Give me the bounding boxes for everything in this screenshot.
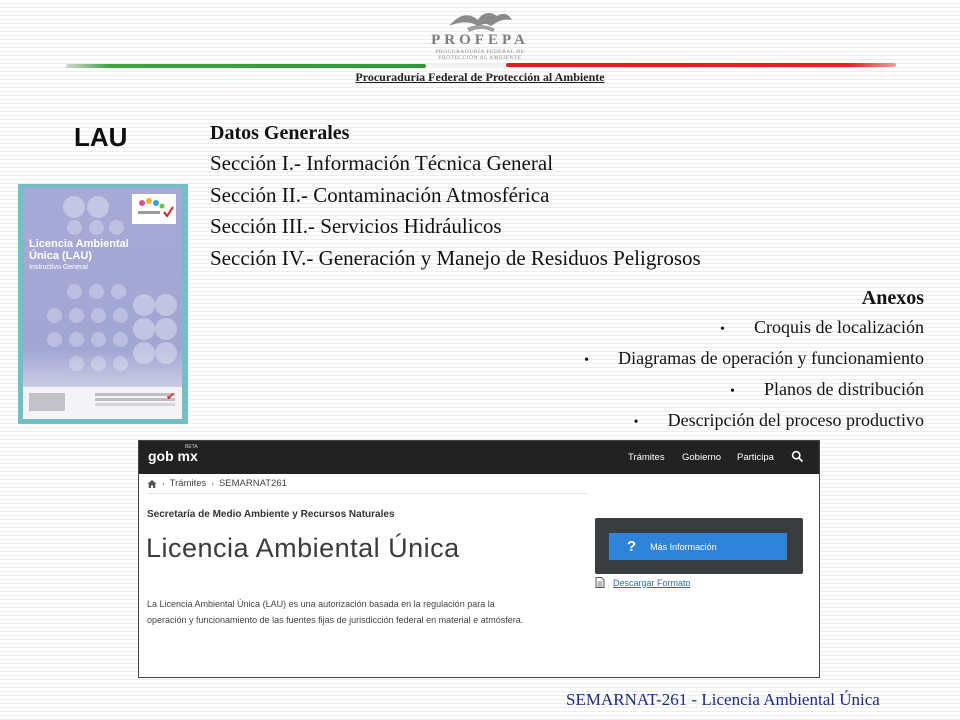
info-box: ? Más Información (595, 518, 803, 574)
flag-line-white (426, 64, 506, 68)
bullet-icon: • (720, 322, 725, 337)
question-icon: ? (627, 538, 637, 555)
sections-block: Datos Generales Sección I.- Información … (210, 118, 850, 274)
home-icon[interactable] (147, 479, 157, 489)
cover-dot (109, 220, 124, 235)
cover-dot (63, 196, 85, 218)
anexos-list: • Croquis de localización • Diagramas de o… (440, 313, 924, 437)
bullet-icon: • (633, 415, 639, 430)
header-subtitle: Procuraduría Federal de Protección al Am… (355, 70, 605, 84)
cover-dot (133, 318, 155, 340)
book-cover-page: Licencia Ambiental Única (LAU) Instructi… (23, 188, 182, 419)
cover-dot (113, 356, 128, 371)
cover-badge-icon (138, 198, 174, 218)
lau-book-cover-image: Licencia Ambiental Única (LAU) Instructi… (18, 184, 188, 424)
anexo-item-text: Descripción del proceso productivo (667, 410, 924, 430)
datos-generales-heading: Datos Generales (210, 122, 350, 144)
cover-dot (89, 220, 104, 235)
cover-dot (155, 318, 177, 340)
mas-informacion-label: Más Información (650, 541, 717, 552)
book-subtitle: Instructivo General (29, 264, 88, 271)
chevron-right-icon: › (211, 479, 214, 488)
cover-dot (133, 342, 155, 364)
flag-line-red (506, 63, 896, 67)
cover-dot (113, 332, 128, 347)
chevron-right-icon: › (162, 479, 165, 488)
section-item: Sección II.- Contaminación Atmosférica (210, 182, 550, 207)
document-icon (595, 577, 605, 588)
book-title: Licencia Ambiental Única (LAU) (29, 238, 129, 262)
secretaria-label: Secretaría de Medio Ambiente y Recursos … (147, 509, 395, 520)
section-item: Sección IV.- Generación y Manejo de Resi… (210, 245, 701, 270)
descargar-formato-link[interactable]: Descargar Formato (613, 578, 691, 588)
book-footer-band: ✔ (23, 387, 182, 419)
anexo-item: • Croquis de localización (440, 313, 924, 344)
cover-dot (67, 220, 82, 235)
eagle-emblem-icon (449, 13, 512, 32)
cover-dot (91, 332, 106, 347)
footer-caption: SEMARNAT-261 - Licencia Ambiental Única (566, 690, 880, 709)
footer-text-lines (95, 393, 175, 396)
cover-badge (132, 194, 176, 224)
nav-link-tramites[interactable]: Trámites (628, 452, 665, 463)
anexo-item: • Descripción del proceso productivo (440, 406, 924, 437)
nav-link-gobierno[interactable]: Gobierno (682, 452, 721, 463)
cover-dot (91, 356, 106, 371)
beta-label: BETA (185, 444, 198, 450)
anexo-item-text: Croquis de localización (754, 317, 924, 337)
cover-dot (155, 294, 177, 316)
cover-dot (91, 308, 106, 323)
cover-dot (87, 196, 109, 218)
anexo-item-text: Planos de distribución (764, 379, 924, 399)
page-description: La Licencia Ambiental Única (LAU) es una… (147, 599, 524, 625)
gobmx-logo[interactable]: gob mx (148, 448, 198, 464)
nav-link-participa[interactable]: Participa (737, 452, 774, 463)
section-item: Sección I.- Información Técnica General (210, 151, 554, 175)
logo-text: PROFEPA (431, 32, 529, 48)
anexo-item: • Diagramas de operación y funcionamiento (440, 344, 924, 375)
cover-dot (111, 284, 126, 299)
gobmx-screenshot: gob mx BETA Trámites Gobierno Participa … (138, 440, 820, 678)
cover-dot (113, 308, 128, 323)
mas-informacion-button[interactable]: ? Más Información (609, 533, 787, 560)
gobmx-navbar: gob mx BETA Trámites Gobierno Participa (139, 441, 819, 474)
profepa-logo: PROFEPA PROCURADURÍA FEDERAL DE PROTECCI… (422, 8, 538, 64)
breadcrumb-divider (147, 493, 587, 494)
section-item: Sección III.- Servicios Hidráulicos (210, 214, 502, 238)
flag-line-green (66, 64, 426, 68)
breadcrumb-tramites[interactable]: Trámites (170, 478, 207, 489)
search-icon[interactable] (791, 450, 804, 463)
cover-dot (69, 332, 84, 347)
cover-dot (89, 284, 104, 299)
cover-dot (67, 284, 82, 299)
cover-dot (155, 342, 177, 364)
government-seal-icon (29, 393, 65, 411)
breadcrumb-current: SEMARNAT261 (218, 478, 287, 489)
cover-dot (47, 332, 62, 347)
cover-dot (69, 356, 84, 371)
anexo-item-text: Diagramas de operación y funcionamiento (618, 348, 924, 368)
cover-dot (69, 308, 84, 323)
anexos-heading: Anexos (861, 287, 924, 309)
bullet-icon: • (730, 384, 735, 399)
download-row: Descargar Formato (595, 577, 691, 588)
anexo-item: • Planos de distribución (440, 375, 924, 406)
lau-label: LAU (74, 122, 128, 152)
logo-subtext: PROCURADURÍA FEDERAL DE PROTECCIÓN AL AM… (435, 49, 525, 61)
bullet-icon: • (584, 353, 590, 368)
cover-dot (47, 308, 62, 323)
breadcrumb: › Trámites › SEMARNAT261 (147, 478, 287, 489)
cover-dot (133, 294, 155, 316)
checkmark-icon: ✔ (166, 390, 176, 403)
page-title: Licencia Ambiental Única (146, 533, 460, 563)
